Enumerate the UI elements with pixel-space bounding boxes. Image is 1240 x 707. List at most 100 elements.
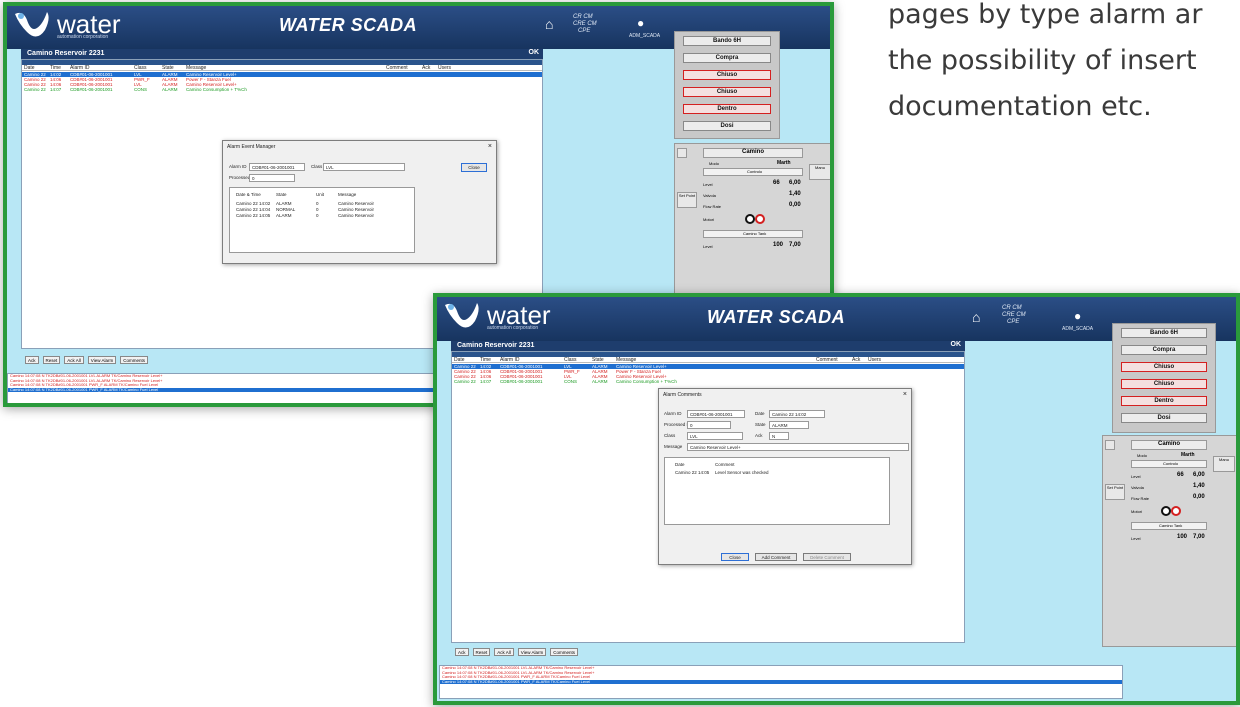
comments-button[interactable]: Comments xyxy=(550,648,578,656)
cell: 0 xyxy=(316,207,319,212)
col-class: Class xyxy=(564,357,577,362)
status-code: CM xyxy=(1016,312,1026,318)
command-panel: Bando 6H Compra Chiuso Chiuso Dentro Dosi xyxy=(674,31,780,139)
mode-value: Marth xyxy=(777,160,791,166)
date-field[interactable]: Camino 22 14:02 xyxy=(769,410,825,418)
command-button[interactable]: Chiuso xyxy=(683,70,771,80)
command-button[interactable]: Chiuso xyxy=(1121,362,1207,372)
home-icon[interactable]: ⌂ xyxy=(545,16,553,32)
table-row[interactable]: Camino 22 14:07 CDB#01-06-2001001 CONS ALARM… xyxy=(452,379,964,384)
panel-toggle-icon[interactable] xyxy=(1105,440,1115,450)
add-comment-button[interactable]: Add Comment xyxy=(755,553,797,561)
manual-button[interactable]: Manu xyxy=(1213,456,1235,472)
panel-toggle-icon[interactable] xyxy=(677,148,687,158)
ack-button[interactable]: Ack xyxy=(25,356,39,364)
col-unit: Unit xyxy=(316,192,325,197)
set-point-button[interactable]: Set Point xyxy=(1105,484,1125,500)
close-button[interactable]: Close xyxy=(721,553,749,561)
col-state: State xyxy=(162,65,174,70)
class-field[interactable]: LVL xyxy=(687,432,743,440)
home-icon[interactable]: ⌂ xyxy=(972,309,980,325)
state-field[interactable]: ALARM xyxy=(769,421,809,429)
tank-value-a: 100 xyxy=(1177,534,1188,540)
list-item[interactable]: Camino 22 14:02 ALARM 0 Camino Reservoir xyxy=(236,201,398,206)
cell: Camino Reservoir xyxy=(338,201,375,206)
command-button[interactable]: Chiuso xyxy=(683,87,771,97)
reset-button[interactable]: Reset xyxy=(472,648,491,656)
processed-id-field[interactable]: 0 xyxy=(687,421,731,429)
motor-icon[interactable] xyxy=(1161,506,1171,516)
row-label: Valvola xyxy=(1131,485,1144,490)
command-button[interactable]: Dosi xyxy=(683,121,771,131)
log-row[interactable]: Camino 14:07:08 N TK2DB#01-06-2001001 PW… xyxy=(440,679,1122,684)
command-button[interactable]: Dosi xyxy=(1121,413,1207,423)
motor-alarm-icon[interactable] xyxy=(1171,506,1181,516)
command-button[interactable]: Bando 6H xyxy=(1121,328,1207,338)
list-item[interactable]: Camino 22 14:05 Level Sensor was checked xyxy=(675,470,835,475)
ack-all-button[interactable]: Ack All xyxy=(494,648,514,656)
col-state: State xyxy=(276,192,287,197)
user-icon[interactable]: ● xyxy=(1074,309,1081,323)
command-button[interactable]: Bando 6H xyxy=(683,36,771,46)
command-button[interactable]: Compra xyxy=(1121,345,1207,355)
view-alarm-button[interactable]: View Alarm xyxy=(87,356,117,364)
motor-label: Motori xyxy=(1131,509,1143,514)
reset-button[interactable]: Reset xyxy=(42,356,61,364)
col-id: Alarm ID xyxy=(70,65,90,70)
view-alarm-button[interactable]: View Alarm xyxy=(517,648,547,656)
page: pages by type alarm ar the possibility o… xyxy=(0,0,1240,707)
manual-button[interactable]: Manu xyxy=(809,164,830,180)
mode-label: Modo xyxy=(1137,453,1148,458)
status-codes: CR CM CRE CM CPE xyxy=(1002,305,1026,326)
alarm-id-field[interactable]: CDB#01-06-2001001 xyxy=(687,410,745,418)
row-label: Level xyxy=(703,182,713,187)
section-label: Controlo xyxy=(747,169,763,174)
col-date: Date xyxy=(675,462,685,467)
table-row[interactable]: Camino 22 14:07 CDB#01-06-2001001 CONS ALARM… xyxy=(22,87,542,92)
processed-id-field[interactable]: 0 xyxy=(249,174,295,182)
state-label: State xyxy=(755,422,766,427)
cell: Camino 22 14:05 xyxy=(236,213,271,218)
ack-field[interactable]: N xyxy=(769,432,789,440)
delete-comment-button[interactable]: Delete Comment xyxy=(803,553,851,561)
ack-all-button[interactable]: Ack All xyxy=(64,356,84,364)
water-logo: water automation corporation xyxy=(443,299,551,331)
close-checkbox[interactable]: OK xyxy=(951,341,962,348)
cell-date: Camino 22 xyxy=(24,87,46,92)
command-button[interactable]: Dentro xyxy=(683,104,771,114)
class-field[interactable]: LVL xyxy=(323,163,405,171)
status-code: CRE xyxy=(1002,312,1015,318)
set-point-button[interactable]: Set Point xyxy=(677,192,697,208)
close-icon[interactable]: × xyxy=(488,143,492,150)
close-button[interactable]: Close xyxy=(461,163,487,172)
date-label: Date xyxy=(755,411,765,416)
status-code: CR xyxy=(1002,305,1011,311)
command-button[interactable]: Compra xyxy=(683,53,771,63)
user-icon[interactable]: ● xyxy=(637,16,644,30)
status-code: CPE xyxy=(1007,319,1020,325)
status-code: CR xyxy=(573,14,582,20)
ack-button[interactable]: Ack xyxy=(455,648,469,656)
alarm-comments-dialog: Alarm Comments × Alarm ID CDB#01-06-2001… xyxy=(658,388,912,565)
row-value-b: 6,00 xyxy=(1193,472,1205,478)
cell: Camino Reservoir xyxy=(338,207,375,212)
cell-state: ALARM xyxy=(592,379,608,384)
message-field[interactable]: Camino Reservoir Level+ xyxy=(687,443,909,451)
comment-text: Level Sensor was checked xyxy=(715,470,769,475)
motor-alarm-icon[interactable] xyxy=(755,214,765,224)
water-logo: water automation corporation xyxy=(13,8,121,40)
motor-icon[interactable] xyxy=(745,214,755,224)
app-title: WATER SCADA xyxy=(707,307,846,327)
alarm-id-label: Alarm ID xyxy=(664,411,682,416)
bottom-buttons: Ack Reset Ack All View Alarm Comments xyxy=(25,356,148,364)
col-message: Message xyxy=(338,192,357,197)
command-button[interactable]: Chiuso xyxy=(1121,379,1207,389)
comments-button[interactable]: Comments xyxy=(120,356,148,364)
alarm-id-field[interactable]: CDB#01-06-2001001 xyxy=(249,163,305,171)
command-button[interactable]: Dentro xyxy=(1121,396,1207,406)
list-item[interactable]: Camino 22 14:05 ALARM 0 Camino Reservoir xyxy=(236,213,398,218)
row-label: Level xyxy=(1131,474,1141,479)
close-checkbox[interactable]: OK xyxy=(529,49,540,56)
list-item[interactable]: Camino 22 14:04 NORMAL 0 Camino Reservoir xyxy=(236,207,398,212)
close-icon[interactable]: × xyxy=(903,391,907,398)
